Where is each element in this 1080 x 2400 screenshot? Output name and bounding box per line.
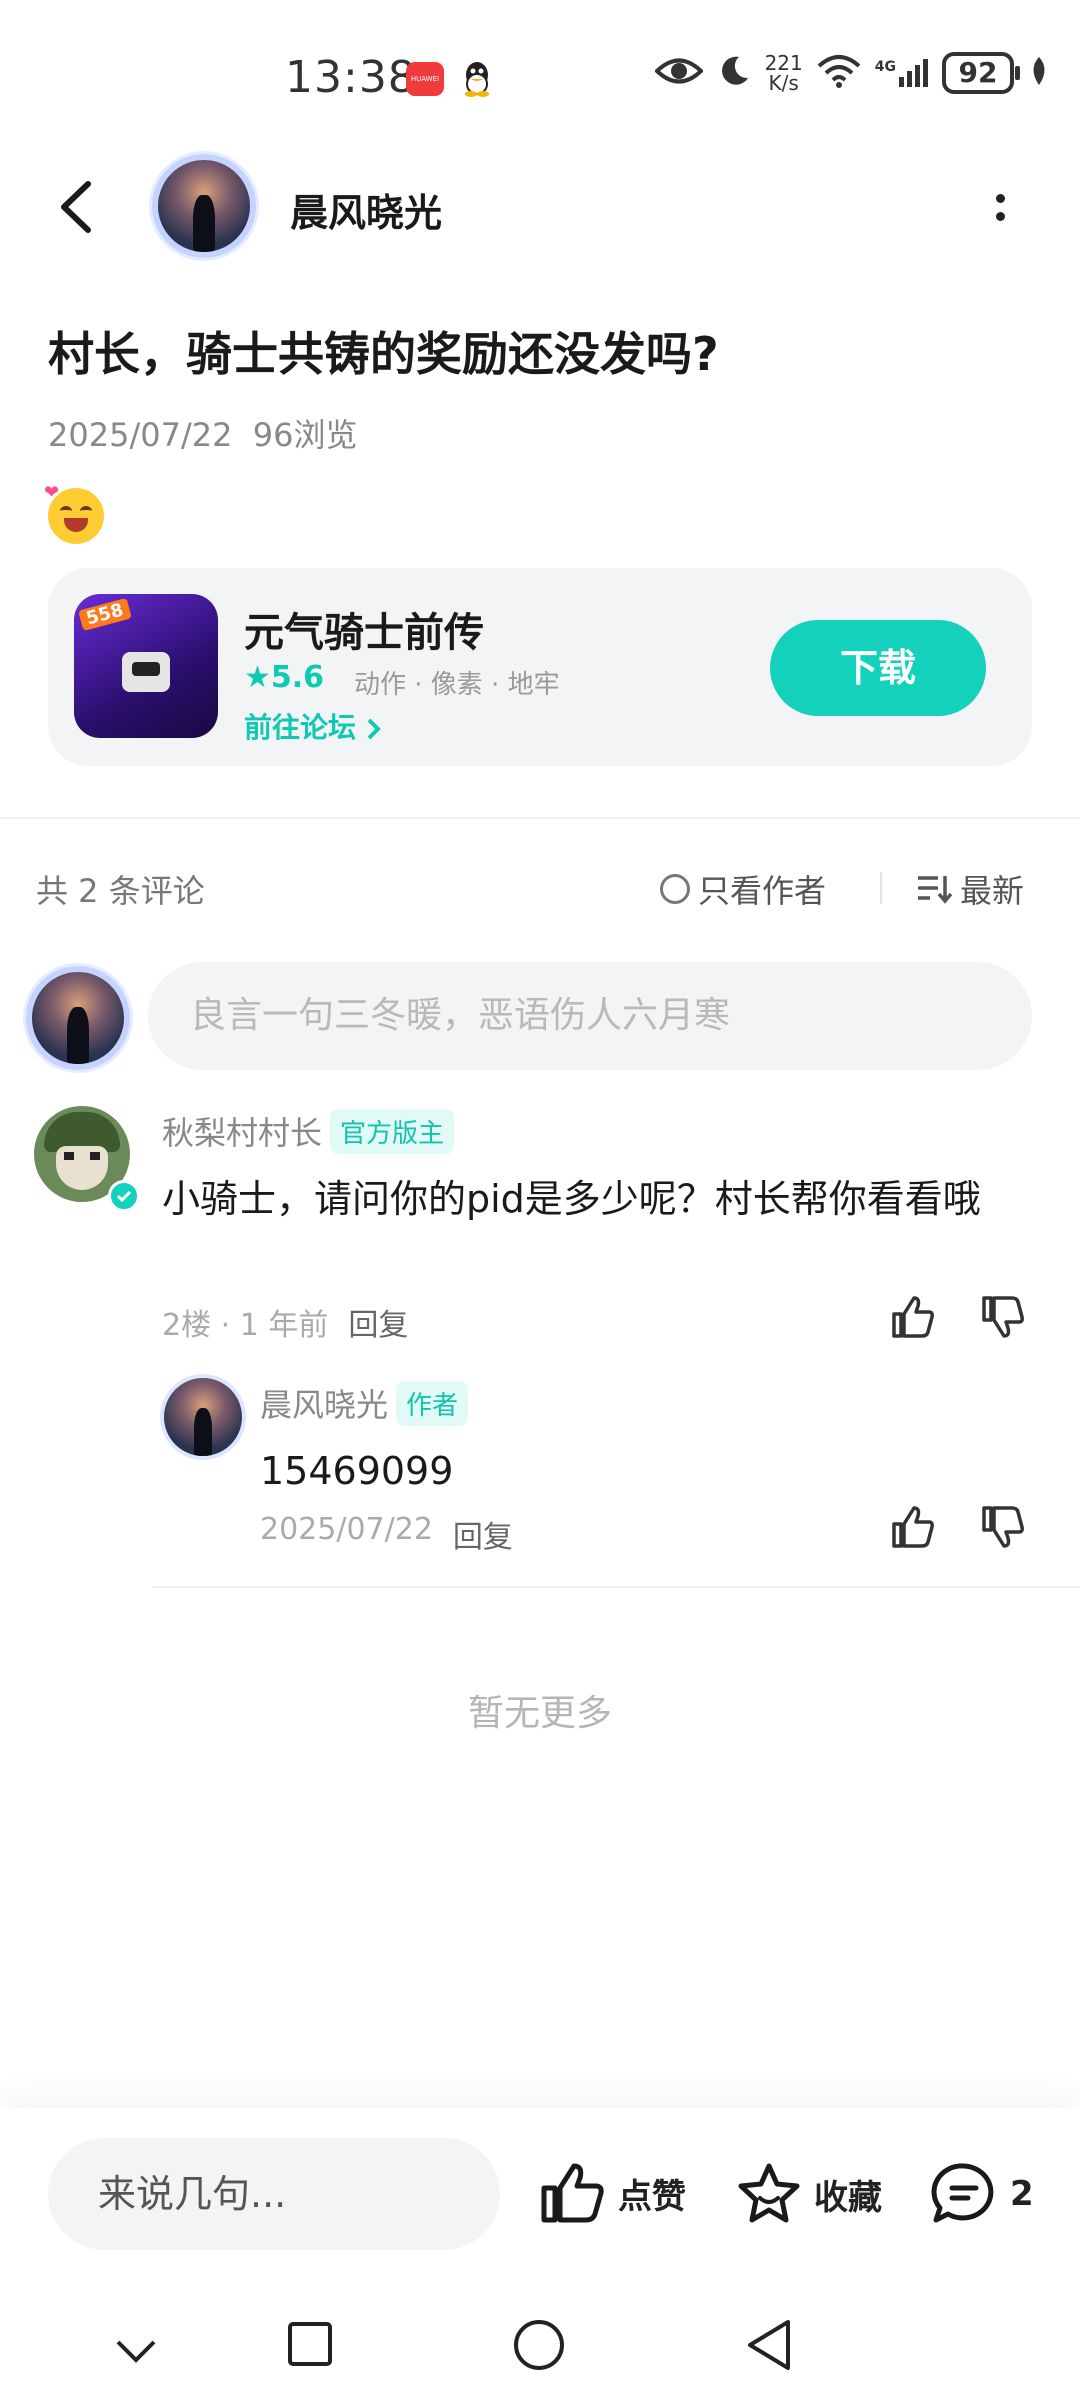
sort-newest-button[interactable]: 最新 bbox=[916, 866, 1024, 912]
wifi-icon bbox=[817, 54, 861, 92]
thumbs-down-icon bbox=[982, 1296, 1024, 1338]
eye-icon bbox=[653, 56, 704, 90]
dislike-comment-button[interactable] bbox=[980, 1294, 1026, 1344]
moderator-badge: 官方版主 bbox=[330, 1108, 455, 1154]
chevron-right-icon bbox=[367, 718, 381, 740]
reply-header: 晨风晓光 作者 bbox=[260, 1380, 469, 1426]
reply-button[interactable]: 回复 bbox=[348, 1300, 408, 1344]
author-badge: 作者 bbox=[396, 1380, 469, 1426]
star-icon bbox=[738, 2163, 800, 2223]
triangle-back-icon bbox=[748, 2320, 790, 2370]
system-nav-bar bbox=[0, 2296, 1080, 2400]
thumbs-up-icon bbox=[892, 1506, 934, 1548]
more-options-icon[interactable] bbox=[990, 190, 1010, 230]
comment-bubble-icon bbox=[931, 2163, 994, 2223]
filter-divider bbox=[880, 872, 882, 904]
status-time: 13:38 bbox=[285, 52, 417, 103]
game-icon[interactable]: 558 bbox=[74, 594, 218, 738]
thumbs-up-icon bbox=[541, 2163, 604, 2223]
moon-icon bbox=[717, 54, 751, 92]
verified-badge-icon bbox=[108, 1180, 140, 1212]
commenter-avatar[interactable] bbox=[34, 1106, 140, 1212]
back-button[interactable] bbox=[56, 180, 96, 234]
sort-icon bbox=[918, 876, 952, 904]
comment-input[interactable]: 良言一句三冬暖，恶语伤人六月寒 bbox=[148, 962, 1032, 1070]
thumbs-up-icon bbox=[892, 1296, 934, 1338]
game-card[interactable]: 558 元气骑士前传 ★5.6 动作 · 像素 · 地牢 前往论坛 下载 bbox=[48, 568, 1032, 766]
dislike-reply-button[interactable] bbox=[980, 1504, 1026, 1554]
current-user-avatar[interactable] bbox=[26, 966, 130, 1070]
network-speed: 221 K/s bbox=[764, 51, 803, 95]
reply-author-name[interactable]: 晨风晓光 bbox=[260, 1380, 388, 1426]
leaf-icon bbox=[1028, 55, 1050, 91]
chevron-down-icon bbox=[116, 2340, 156, 2363]
author-name[interactable]: 晨风晓光 bbox=[290, 182, 442, 237]
comment-count: 共 2 条评论 bbox=[36, 872, 205, 910]
forum-link[interactable]: 前往论坛 bbox=[244, 706, 382, 746]
post-title: 村长，骑士共铸的奖励还没发吗? bbox=[48, 327, 719, 381]
huawei-app-icon: HUAWEI bbox=[406, 62, 444, 96]
status-icons: 221 K/s 4G 92 bbox=[653, 51, 1050, 95]
nav-recents-button[interactable] bbox=[286, 2320, 334, 2372]
post-date: 2025/07/22 bbox=[48, 416, 233, 454]
reply-text: 15469099 bbox=[260, 1449, 454, 1493]
reply-avatar[interactable] bbox=[160, 1374, 246, 1460]
circle-icon bbox=[514, 2320, 564, 2370]
commenter-name[interactable]: 秋梨村村长 bbox=[162, 1108, 322, 1154]
post-views: 96浏览 bbox=[252, 416, 358, 454]
nav-home-button[interactable] bbox=[512, 2318, 566, 2376]
no-more-text: 暂无更多 bbox=[467, 1693, 612, 1734]
download-button[interactable]: 下载 bbox=[770, 620, 986, 716]
nav-back-button[interactable] bbox=[744, 2318, 794, 2376]
reply-divider bbox=[152, 1586, 1080, 1588]
game-name: 元气骑士前传 bbox=[244, 610, 484, 656]
reply-meta: 2025/07/22 回复 bbox=[260, 1512, 513, 1556]
comment-text: 小骑士，请问你的pid是多少呢？村长帮你看看哦 bbox=[162, 1177, 981, 1221]
signal-icon: 4G bbox=[875, 59, 928, 87]
say-something-input[interactable]: 来说几句... bbox=[48, 2138, 500, 2250]
comments-button[interactable]: 2 bbox=[930, 2162, 1034, 2226]
smiling-emoji-icon: ❤ bbox=[44, 482, 104, 544]
game-rating: ★5.6 bbox=[244, 660, 325, 695]
battery-indicator: 92 bbox=[942, 52, 1020, 94]
favorite-button[interactable]: 收藏 bbox=[736, 2162, 882, 2226]
radio-icon[interactable] bbox=[660, 874, 690, 904]
author-only-toggle[interactable]: 只看作者 bbox=[660, 866, 826, 912]
game-tags: 动作 · 像素 · 地牢 bbox=[354, 670, 560, 700]
thumbs-down-icon bbox=[982, 1506, 1024, 1548]
section-divider bbox=[0, 817, 1080, 819]
reply-reply-button[interactable]: 回复 bbox=[453, 1512, 513, 1556]
qq-icon bbox=[462, 60, 492, 98]
comment-meta: 2楼 · 1 年前 回复 bbox=[162, 1300, 408, 1344]
author-avatar[interactable] bbox=[152, 154, 256, 258]
bottom-action-bar: 来说几句... 点赞 收藏 2 bbox=[0, 2108, 1080, 2296]
comment-floor: 2楼 · 1 年前 bbox=[162, 1308, 329, 1343]
comment-header: 秋梨村村长 官方版主 bbox=[162, 1108, 455, 1154]
like-post-button[interactable]: 点赞 bbox=[540, 2162, 686, 2224]
nav-collapse-button[interactable] bbox=[114, 2336, 158, 2370]
reply-date: 2025/07/22 bbox=[260, 1512, 433, 1547]
like-comment-button[interactable] bbox=[890, 1294, 936, 1344]
post-meta: 2025/07/22 96浏览 bbox=[48, 410, 358, 456]
square-icon bbox=[288, 2322, 332, 2366]
like-reply-button[interactable] bbox=[890, 1504, 936, 1554]
